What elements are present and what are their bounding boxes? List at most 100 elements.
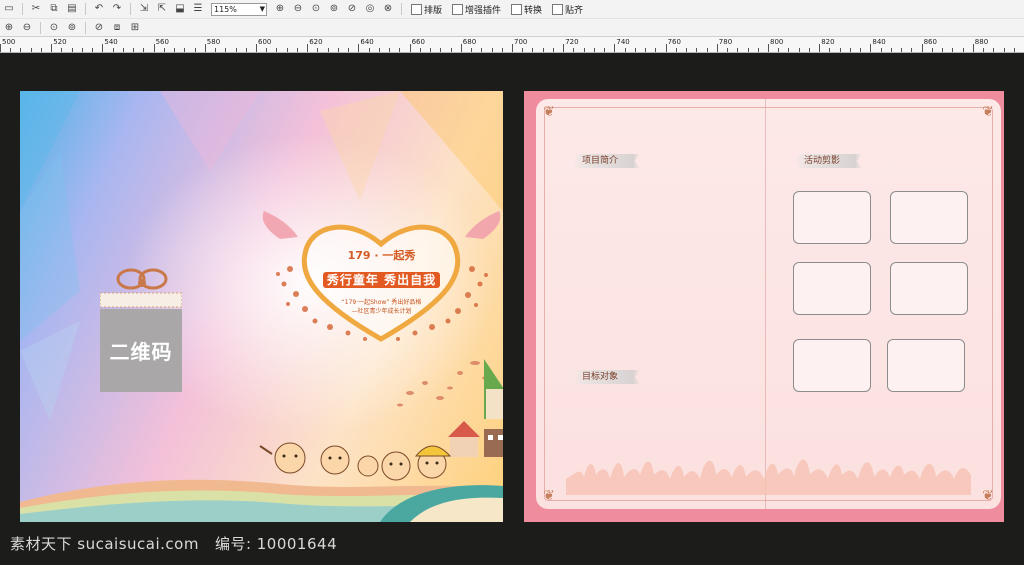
ruler-tick [768,44,769,52]
logo-subtitle-2: —社区青少年成长计划 [351,308,412,315]
ruler-minor-tick [163,48,165,52]
ruler-minor-tick [829,48,831,52]
ruler-minor-tick [696,48,698,52]
ruler-minor-tick [71,48,73,52]
zoom-out-icon[interactable]: ⊖ [20,22,34,34]
ruler-minor-tick [266,48,268,52]
zoom-in-icon[interactable]: ⊕ [273,3,287,15]
crowd-silhouette [566,459,971,495]
photo-slot[interactable] [887,339,965,392]
publish-icon[interactable]: ⬓ [173,3,187,15]
save-icon[interactable]: ▭ [2,3,16,15]
zoom-height-icon[interactable]: ⊗ [381,3,395,15]
ruler-minor-tick [481,48,483,52]
heart-logo: 179 · 一起秀 秀行童年 秀出自我 “179·一起Show” 秀出好品格 —… [260,199,503,349]
ruler-minor-tick [112,48,114,52]
ruler-minor-tick [686,48,688,52]
options-icon[interactable]: ☰ [191,3,205,15]
ruler-minor-tick [860,48,862,52]
paste-icon[interactable]: ▤ [65,3,79,15]
ruler-tick [819,44,821,52]
ruler-minor-tick [552,48,554,52]
zoom-out-icon[interactable]: ⊖ [291,3,305,15]
ruler-minor-tick [122,48,124,52]
ruler-minor-tick [778,48,780,52]
zoom-width-icon[interactable]: ⧈ [110,22,124,34]
ruler-tick [972,44,974,52]
ruler-minor-tick [92,48,94,52]
horizontal-ruler[interactable]: 500 520 540 560 580 600 620 640 660 680 700 720 740 7… [0,37,1024,53]
ruler-minor-tick [675,48,677,52]
zoom-page-icon[interactable]: ⊘ [345,3,359,15]
zoom-level-select[interactable]: 115% ▼ [211,2,267,16]
redo-icon[interactable]: ↷ [110,3,124,15]
ruler-minor-tick [286,48,288,52]
ruler-label: 620 [309,38,323,46]
brochure-inner-page[interactable]: ❦ ❦ ❦ ❦ 项目简介 目标对象 活动剪影 [524,91,1004,522]
ruler-minor-tick [317,48,319,52]
snap-button[interactable]: 贴齐 [552,3,583,16]
photo-slot[interactable] [793,262,871,315]
house-illustration [484,359,503,419]
zoom-selected-icon[interactable]: ⊙ [47,22,61,34]
logo-subtitle-1: “179·一起Show” 秀出好品格 [341,299,422,306]
drawing-canvas[interactable]: 179 · 一起秀 秀行童年 秀出自我 “179·一起Show” 秀出好品格 —… [0,53,1024,565]
ruler-minor-tick [911,48,913,52]
photo-slot[interactable] [793,339,871,392]
import-icon[interactable]: ⇲ [137,3,151,15]
ruler-minor-tick [10,48,12,52]
ruler-label: 780 [718,38,733,46]
ruler-minor-tick [245,48,247,52]
brochure-cover-page[interactable]: 179 · 一起秀 秀行童年 秀出自我 “179·一起Show” 秀出好品格 —… [20,91,503,522]
ruler-minor-tick [1013,48,1015,52]
chevron-down-icon: ▼ [259,4,265,13]
corner-ornament-icon: ❦ [543,488,555,504]
zoom-all-icon[interactable]: ⊚ [327,3,341,15]
ruler-label: 640 [360,38,374,46]
ruler-minor-tick [808,48,810,52]
ruler-tick [409,44,411,52]
photo-slot[interactable] [793,191,871,244]
ruler-minor-tick [276,48,278,52]
inner-panel: ❦ ❦ ❦ ❦ 项目简介 目标对象 活动剪影 [536,99,1001,509]
ruler-tick [614,44,616,52]
ruler-minor-tick [450,48,452,52]
corner-ornament-icon: ❦ [982,104,994,120]
logo-slogan: 秀行童年 秀出自我 [260,271,503,288]
watermark: 素材天下 sucaisucai.com 编号: 10001644 [10,533,337,554]
ruler-tick [51,44,53,52]
section-title-project-intro: 项目简介 [572,154,641,168]
export-icon[interactable]: ⇱ [155,3,169,15]
zoom-selected-icon[interactable]: ⊙ [309,3,323,15]
convert-button[interactable]: 转换 [511,3,542,16]
cut-icon[interactable]: ✂ [29,3,43,15]
arrange-button[interactable]: 排版 [411,3,442,16]
zoom-all-icon[interactable]: ⊚ [65,22,79,34]
ruler-minor-tick [133,48,135,52]
ruler-tick [716,44,718,52]
ruler-minor-tick [901,48,903,52]
enhance-plugin-button[interactable]: 增强插件 [452,3,501,16]
undo-icon[interactable]: ↶ [92,3,106,15]
photo-slot[interactable] [890,262,968,315]
ruler-label: 800 [770,38,784,46]
ruler-tick [153,44,155,52]
toolbar: ▭ ✂ ⧉ ▤ ↶ ↷ ⇲ ⇱ ⬓ ☰ 115% ▼ ⊕ ⊖ ⊙ ⊚ ⊘ ◎ ⊗… [0,0,1024,37]
ruler-label: 520 [53,38,67,46]
ruler-minor-tick [583,48,585,52]
zoom-page-icon[interactable]: ⊘ [92,22,106,34]
ruler-minor-tick [184,48,186,52]
ruler-tick [563,44,565,52]
ruler-minor-tick [225,48,227,52]
ruler-label: 500 [2,38,16,46]
ruler-minor-tick [143,48,145,52]
ruler-minor-tick [378,48,380,52]
zoom-height-icon[interactable]: ⊞ [128,22,142,34]
zoom-width-icon[interactable]: ◎ [363,3,377,15]
ruler-minor-tick [215,48,217,52]
ruler-label: 740 [616,38,630,46]
ruler-label: 880 [974,38,989,46]
zoom-in-icon[interactable]: ⊕ [2,22,16,34]
copy-icon[interactable]: ⧉ [47,3,61,15]
photo-slot[interactable] [890,191,968,244]
